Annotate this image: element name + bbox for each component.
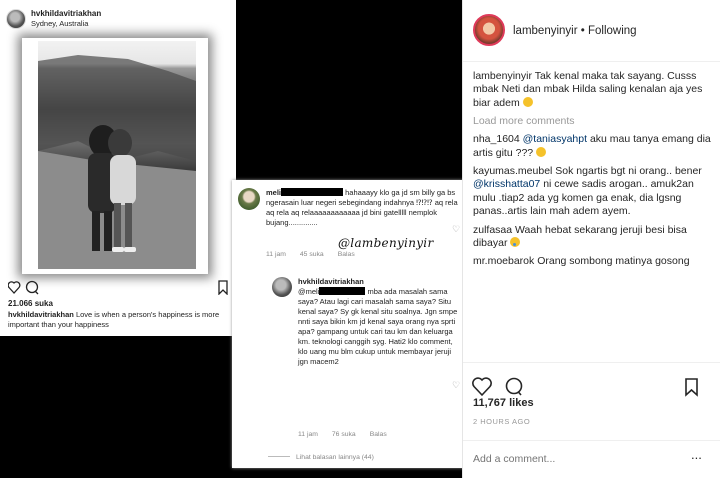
bookmark-icon[interactable] — [218, 280, 228, 295]
post-location[interactable]: Sydney, Australia — [31, 19, 101, 29]
emoji-icon — [522, 96, 533, 107]
add-comment-input[interactable] — [473, 451, 683, 467]
reply-button[interactable]: Balas — [370, 431, 387, 438]
list-item: zulfasaa Waah hebat sekarang jeruji besi… — [473, 224, 717, 251]
add-comment-bar: ... — [463, 440, 720, 478]
comment-username[interactable]: meli — [266, 188, 281, 197]
post-actions — [8, 279, 230, 295]
heart-icon[interactable]: ♡ — [452, 224, 460, 235]
list-item: nha_1604 @taniasyahpt aku mau tanya eman… — [473, 133, 717, 160]
avatar[interactable] — [272, 277, 292, 297]
more-options-icon[interactable]: ... — [691, 447, 702, 462]
heart-icon[interactable] — [472, 377, 492, 397]
comment-icon[interactable] — [25, 280, 39, 295]
comment-username[interactable]: kayumas.meubel — [473, 165, 552, 177]
comment-screenshot: meli hahaaayy klo ga jd sm billy ga bs n… — [232, 180, 466, 468]
view-replies[interactable]: Lihat balasan lainnya (44) — [268, 454, 388, 461]
comment-time: 11 jam — [298, 431, 318, 438]
comment-2-meta: 11 jam 76 suka Balas — [298, 431, 401, 438]
comment-mention[interactable]: @krisshatta07 — [473, 178, 540, 190]
comment-likes[interactable]: 76 suka — [332, 431, 356, 438]
post-photo[interactable] — [38, 41, 196, 269]
list-item: kayumas.meubel Sok ngartis bgt ni orang.… — [473, 165, 717, 219]
instagram-post-panel: lambenyinyir • Following lambenyinyir Ta… — [462, 0, 720, 478]
list-item: mr.moebarok Orang sombong matinya gosong — [473, 255, 717, 268]
comment-mention[interactable]: @meli — [298, 287, 319, 296]
caption-username[interactable]: hvkhildavitriakhan — [8, 310, 74, 319]
emoji-icon — [536, 146, 547, 157]
post-header: lambenyinyir • Following — [463, 0, 720, 62]
comment-icon[interactable] — [505, 377, 523, 396]
header-username[interactable]: lambenyinyir — [513, 25, 578, 37]
heart-icon[interactable] — [8, 281, 21, 294]
bookmark-icon[interactable] — [685, 378, 698, 397]
following-label[interactable]: • Following — [581, 25, 637, 37]
likes-count[interactable]: 11,767 likes — [473, 397, 534, 409]
comment-text: Sok ngartis bgt ni orang.. bener — [555, 165, 702, 178]
comment-username[interactable]: nha_1604 — [473, 133, 520, 145]
avatar[interactable] — [6, 9, 26, 29]
heart-icon[interactable]: ♡ — [452, 380, 460, 391]
view-replies-label[interactable]: Lihat balasan lainnya (44) — [296, 454, 374, 461]
comment-1-meta: 11 jam 45 suka Balas — [266, 251, 369, 258]
redacted-name — [281, 188, 344, 196]
emoji-icon — [510, 237, 521, 248]
comment-username[interactable]: mr.moebarok — [473, 255, 534, 267]
post-timestamp[interactable]: 2 HOURS AGO — [473, 417, 530, 426]
load-more-comments[interactable]: Load more comments — [473, 115, 717, 127]
comment-likes[interactable]: 45 suka — [300, 251, 324, 258]
caption: lambenyinyir Tak kenal maka tak sayang. … — [473, 70, 717, 110]
redacted-name — [319, 287, 366, 295]
caption-username[interactable]: lambenyinyir — [473, 70, 532, 82]
avatar[interactable] — [238, 188, 260, 210]
left-post: hvkhildavitriakhan Sydney, Australia 21.… — [0, 0, 236, 336]
post-username[interactable]: hvkhildavitriakhan — [31, 9, 101, 19]
comments-list: lambenyinyir Tak kenal maka tak sayang. … — [473, 70, 717, 274]
comment-text: Orang sombong matinya gosong — [537, 255, 690, 268]
post-header: hvkhildavitriakhan Sydney, Australia — [6, 6, 101, 32]
post-caption: hvkhildavitriakhan Love is when a person… — [8, 310, 232, 330]
comment-time: 11 jam — [266, 251, 286, 258]
couple-photo-illustration — [38, 55, 196, 269]
comment-1: meli hahaaayy klo ga jd sm billy ga bs n… — [266, 188, 458, 228]
comment-2: hvkhildavitriakhan @meli mba ada masalah… — [298, 277, 458, 367]
comment-text: mba ada masalah sama saya? Atau lagi car… — [298, 287, 458, 366]
comment-username[interactable]: hvkhildavitriakhan — [298, 277, 364, 286]
header-user: lambenyinyir • Following — [513, 25, 637, 37]
avatar[interactable] — [473, 14, 505, 46]
comment-username[interactable]: zulfasaa — [473, 224, 512, 236]
watermark: @lambenyinyir — [338, 236, 434, 250]
comment-mention[interactable]: @taniasyahpt — [523, 133, 587, 145]
reply-button[interactable]: Balas — [338, 251, 355, 258]
post-likes[interactable]: 21.066 suka — [8, 299, 53, 308]
